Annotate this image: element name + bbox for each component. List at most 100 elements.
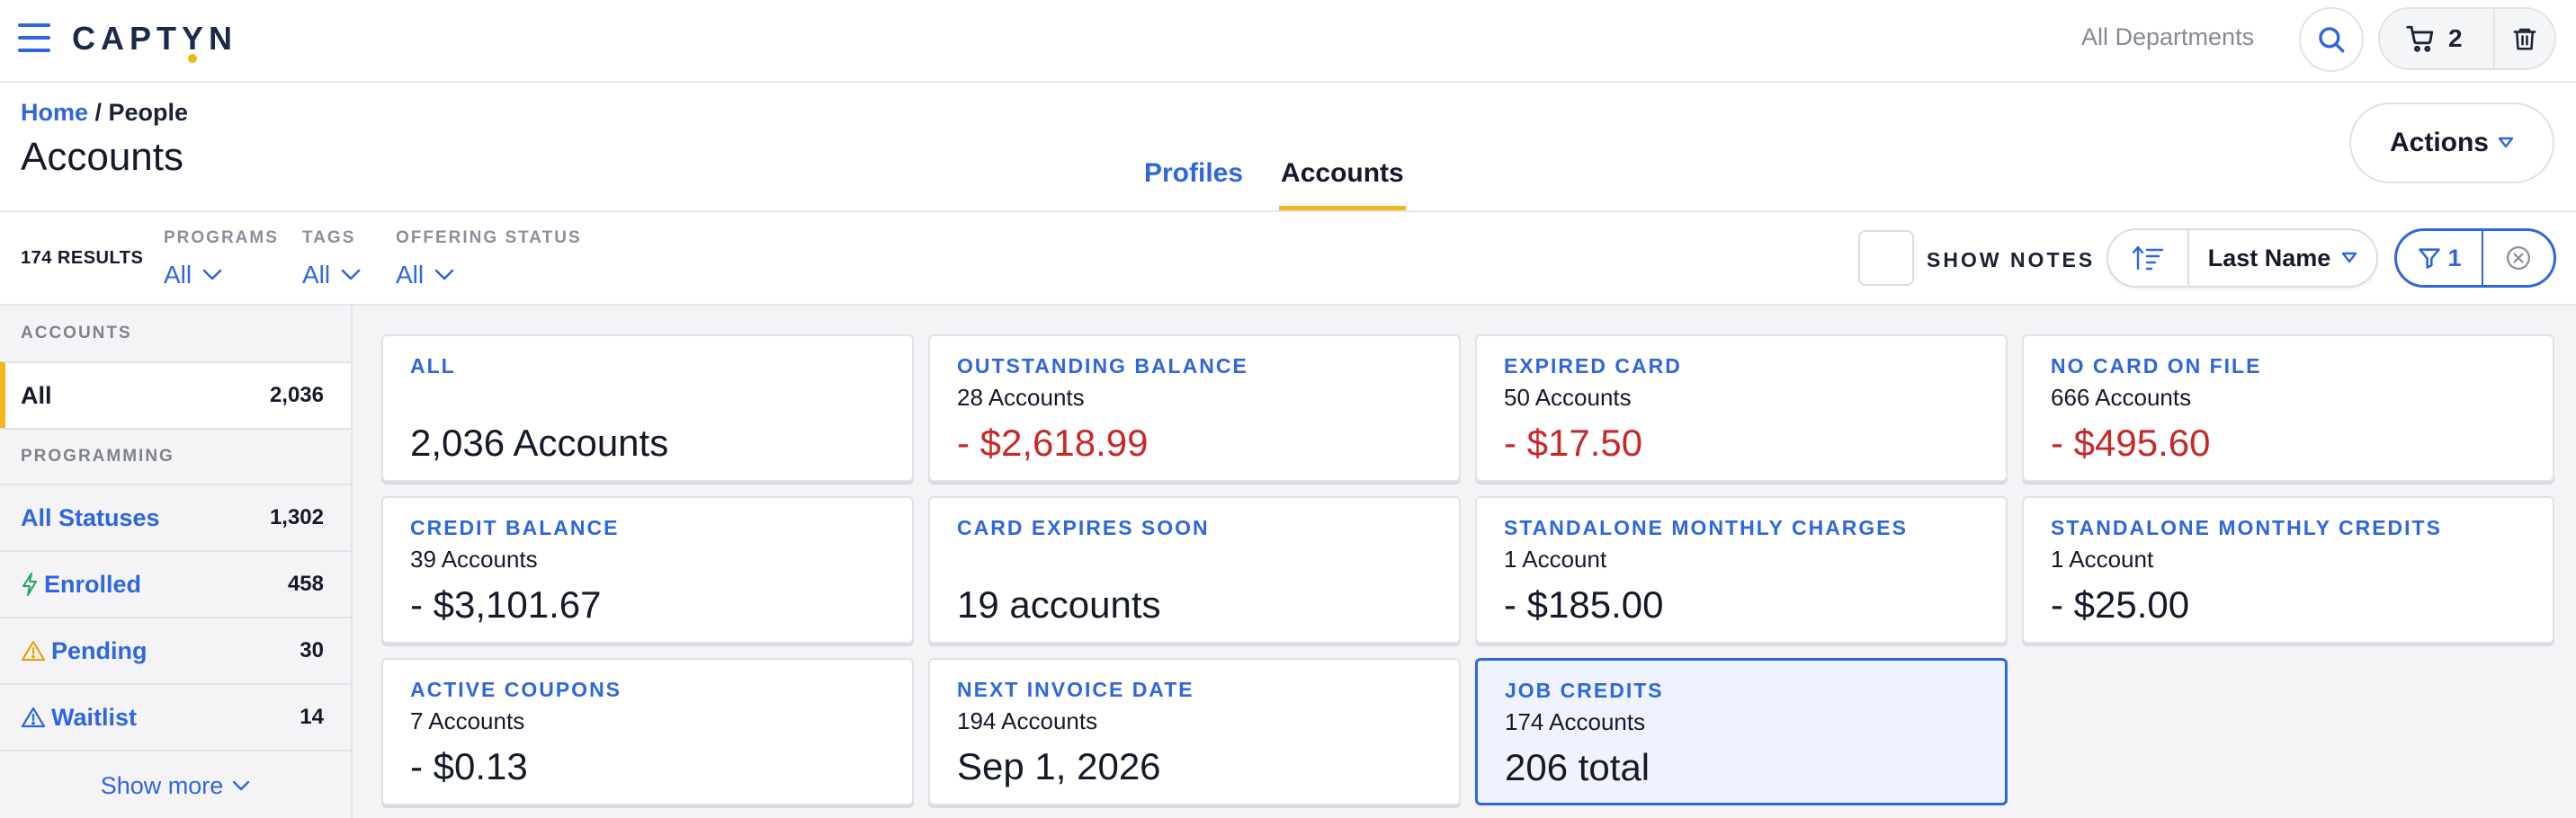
sidebar-item-label: Pending <box>51 636 148 664</box>
card-title: NO CARD ON FILE <box>2051 354 2262 378</box>
offering-status-filter-label: OFFERING STATUS <box>396 228 582 247</box>
card-title: ACTIVE COUPONS <box>410 678 622 701</box>
card-title: STANDALONE MONTHLY CREDITS <box>2051 516 2442 539</box>
sidebar-item-label: All <box>21 381 52 409</box>
breadcrumb-separator: / <box>88 99 109 126</box>
lightning-icon <box>22 573 37 596</box>
card-no-card-on-file[interactable]: NO CARD ON FILE 666 Accounts - $495.60 <box>2022 334 2554 482</box>
sort-field-dropdown[interactable]: Last Name <box>2189 245 2376 272</box>
view-tabs: Profiles Accounts <box>1142 155 1406 210</box>
card-subtitle: 50 Accounts <box>1504 384 1632 411</box>
top-bar: CAPTYN All Departments 2 <box>0 0 2576 83</box>
card-title: ALL <box>410 354 456 378</box>
programs-filter[interactable]: PROGRAMS All <box>164 228 279 289</box>
actions-label: Actions <box>2389 128 2489 157</box>
chevron-down-icon <box>202 269 222 280</box>
card-next-invoice-date[interactable]: NEXT INVOICE DATE 194 Accounts Sep 1, 20… <box>928 658 1461 805</box>
sidebar-item-pending[interactable]: Pending 30 <box>0 617 351 683</box>
card-value: Sep 1, 2026 <box>957 745 1161 787</box>
card-standalone-monthly-credits[interactable]: STANDALONE MONTHLY CREDITS 1 Account - $… <box>2022 496 2554 644</box>
search-button[interactable] <box>2299 7 2364 72</box>
programs-filter-value: All <box>164 261 192 289</box>
sidebar-item-all[interactable]: All 2,036 <box>0 361 351 428</box>
card-outstanding-balance[interactable]: OUTSTANDING BALANCE 28 Accounts - $2,618… <box>928 334 1461 482</box>
card-subtitle <box>410 384 912 413</box>
tags-filter-value: All <box>302 261 331 289</box>
sidebar-section-label: PROGRAMMING <box>21 447 174 466</box>
card-title: EXPIRED CARD <box>1504 354 1682 378</box>
card-subtitle: 1 Account <box>1504 546 1607 573</box>
cart-count: 2 <box>2448 24 2463 52</box>
chevron-down-icon <box>341 269 361 280</box>
card-subtitle: 174 Accounts <box>1505 708 1646 735</box>
sidebar-item-count: 2,036 <box>269 383 324 407</box>
department-selector[interactable]: All Departments <box>2081 23 2254 51</box>
tab-profiles[interactable]: Profiles <box>1142 155 1245 205</box>
filter-button[interactable]: 1 <box>2397 231 2483 285</box>
card-subtitle <box>957 546 1459 574</box>
sidebar-item-waitlist[interactable]: Waitlist 14 <box>0 683 351 750</box>
card-all[interactable]: ALL 2,036 Accounts <box>381 334 914 482</box>
card-title: CARD EXPIRES SOON <box>957 516 1210 539</box>
sidebar-item-label: Enrolled <box>44 570 142 598</box>
programs-filter-label: PROGRAMS <box>164 228 279 247</box>
card-value: 19 accounts <box>957 583 1161 626</box>
show-more-button[interactable]: Show more <box>0 750 351 818</box>
card-expired-card[interactable]: EXPIRED CARD 50 Accounts - $17.50 <box>1475 334 2008 482</box>
card-title: STANDALONE MONTHLY CHARGES <box>1504 516 1908 539</box>
filter-bar: 174 RESULTS PROGRAMS All TAGS All OFFERI… <box>0 212 2576 306</box>
card-job-credits[interactable]: JOB CREDITS 174 Accounts 206 total <box>1475 658 2008 805</box>
close-circle-icon <box>2507 246 2530 270</box>
show-notes-label[interactable]: SHOW NOTES <box>1927 248 2095 272</box>
breadcrumb-current: People <box>108 99 189 126</box>
sidebar-item-count: 14 <box>300 705 324 729</box>
card-value: - $0.13 <box>410 745 528 787</box>
sidebar: ACCOUNTS All 2,036 PROGRAMMING All Statu… <box>0 306 353 818</box>
actions-button[interactable]: Actions <box>2349 102 2554 183</box>
card-active-coupons[interactable]: ACTIVE COUPONS 7 Accounts - $0.13 <box>381 658 914 805</box>
sidebar-item-count: 30 <box>300 638 324 662</box>
sort-direction-button[interactable] <box>2108 230 2189 286</box>
chevron-down-icon <box>233 780 250 791</box>
tab-accounts[interactable]: Accounts <box>1279 155 1406 210</box>
breadcrumb: Home / People <box>21 99 188 127</box>
sort-field-label: Last Name <box>2207 244 2331 271</box>
card-value: 2,036 Accounts <box>410 422 669 464</box>
card-subtitle: 7 Accounts <box>410 707 525 734</box>
clear-cart-button[interactable] <box>2495 24 2554 53</box>
card-value: 206 total <box>1505 746 1650 788</box>
sidebar-item-count: 1,302 <box>269 505 324 529</box>
cart-group: 2 <box>2378 7 2556 70</box>
card-value: - $17.50 <box>1504 422 1643 464</box>
menu-icon[interactable] <box>18 23 50 52</box>
card-subtitle: 28 Accounts <box>957 384 1085 411</box>
trash-icon <box>2513 28 2536 50</box>
search-icon <box>2319 27 2345 53</box>
clear-filters-button[interactable] <box>2483 245 2554 271</box>
card-value: - $3,101.67 <box>410 583 602 626</box>
app-logo[interactable]: CAPTYN <box>72 20 237 63</box>
waitlist-icon <box>21 707 46 728</box>
sidebar-item-all-statuses[interactable]: All Statuses 1,302 <box>0 484 351 550</box>
sort-icon <box>2132 245 2164 271</box>
offering-status-filter[interactable]: OFFERING STATUS All <box>396 228 582 289</box>
show-notes-checkbox[interactable] <box>1858 230 1914 286</box>
card-title: OUTSTANDING BALANCE <box>957 354 1248 378</box>
card-subtitle: 194 Accounts <box>957 707 1098 734</box>
tags-filter[interactable]: TAGS All <box>302 228 361 289</box>
sidebar-item-enrolled[interactable]: Enrolled 458 <box>0 550 351 617</box>
card-subtitle: 39 Accounts <box>410 546 538 573</box>
card-card-expires-soon[interactable]: CARD EXPIRES SOON 19 accounts <box>928 496 1461 644</box>
cart-button[interactable]: 2 <box>2380 9 2495 68</box>
card-standalone-monthly-charges[interactable]: STANDALONE MONTHLY CHARGES 1 Account - $… <box>1475 496 2008 644</box>
card-title: CREDIT BALANCE <box>410 516 620 539</box>
breadcrumb-home[interactable]: Home <box>21 99 88 126</box>
card-title: NEXT INVOICE DATE <box>957 678 1194 701</box>
sidebar-item-label: All Statuses <box>21 503 160 531</box>
sidebar-section-accounts: ACCOUNTS <box>21 324 132 342</box>
sidebar-item-label: Waitlist <box>51 703 138 731</box>
card-credit-balance[interactable]: CREDIT BALANCE 39 Accounts - $3,101.67 <box>381 496 914 644</box>
sidebar-item-count: 458 <box>287 572 324 596</box>
active-filter-control: 1 <box>2394 228 2556 288</box>
results-count: 174 RESULTS <box>21 248 144 268</box>
